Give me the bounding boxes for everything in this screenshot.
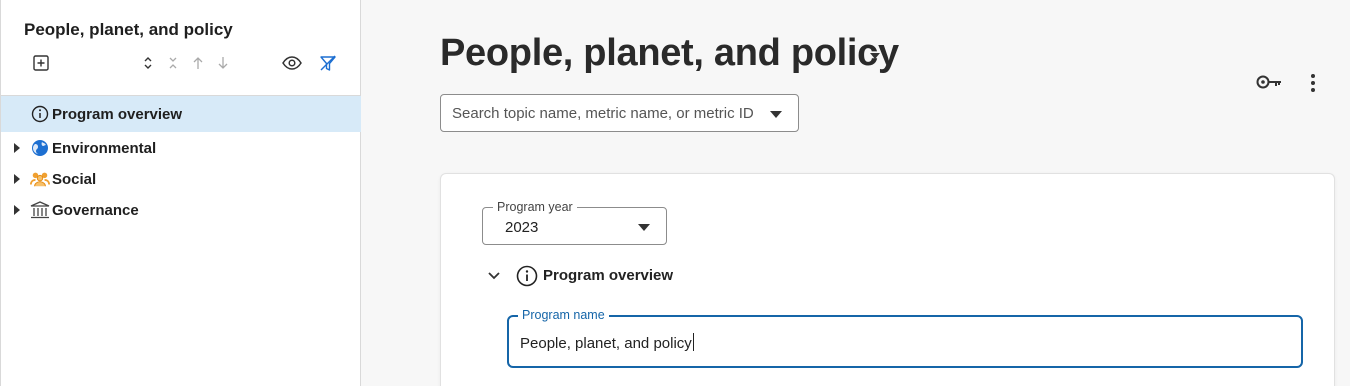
tree-item-social[interactable]: Social (1, 163, 361, 195)
search-input[interactable]: Search topic name, metric name, or metri… (440, 94, 799, 132)
chevron-down-icon[interactable] (770, 111, 782, 118)
tree-item-program-overview[interactable]: Program overview (1, 96, 361, 132)
caret-right-icon[interactable] (12, 143, 22, 153)
tree-item-label: Governance (52, 201, 139, 219)
sidebar-title: People, planet, and policy (24, 20, 233, 39)
program-name-value: People, planet, and policy (520, 335, 692, 352)
info-icon (30, 104, 50, 124)
program-card: Program year 2023 Program overview Progr… (440, 173, 1335, 386)
program-name-field[interactable]: Program name People, planet, and policy (507, 308, 1303, 368)
caret-right-icon[interactable] (12, 205, 22, 215)
page-title: People, planet, and policy (440, 32, 899, 74)
add-icon[interactable] (30, 52, 52, 74)
more-vertical-icon[interactable] (1306, 72, 1320, 94)
caret-right-icon[interactable] (12, 174, 22, 184)
program-name-input-wrap: People, planet, and policy (520, 333, 694, 352)
search-placeholder: Search topic name, metric name, or metri… (452, 105, 754, 122)
title-dropdown-icon[interactable] (869, 52, 881, 60)
people-icon (30, 169, 50, 189)
text-cursor (692, 333, 694, 351)
tree-item-label: Program overview (52, 105, 183, 123)
tree-item-label: Environmental (52, 139, 157, 157)
arrow-down-icon[interactable] (212, 52, 234, 74)
key-icon[interactable] (1256, 72, 1282, 92)
eye-icon[interactable] (281, 52, 303, 74)
tree-item-environmental[interactable]: Environmental (1, 132, 361, 164)
collapse-all-icon[interactable] (162, 52, 184, 74)
sidebar: People, planet, and policy Program overv… (0, 0, 361, 386)
filter-off-icon[interactable] (317, 52, 339, 74)
chevron-down-icon (638, 224, 650, 231)
program-year-select[interactable]: Program year 2023 (482, 200, 667, 245)
tree-item-governance[interactable]: Governance (1, 194, 361, 226)
globe-icon (30, 138, 50, 158)
program-name-label: Program name (518, 308, 609, 322)
program-year-value: 2023 (505, 219, 539, 236)
tree-item-label: Social (52, 170, 97, 188)
info-icon (516, 265, 538, 287)
program-year-label: Program year (493, 200, 577, 214)
section-title: Program overview (543, 267, 674, 284)
main-content: People, planet, and policy Search topic … (361, 0, 1350, 386)
building-icon (30, 200, 50, 220)
chevron-down-icon[interactable] (487, 270, 501, 282)
expand-collapse-icon[interactable] (137, 52, 159, 74)
arrow-up-icon[interactable] (187, 52, 209, 74)
